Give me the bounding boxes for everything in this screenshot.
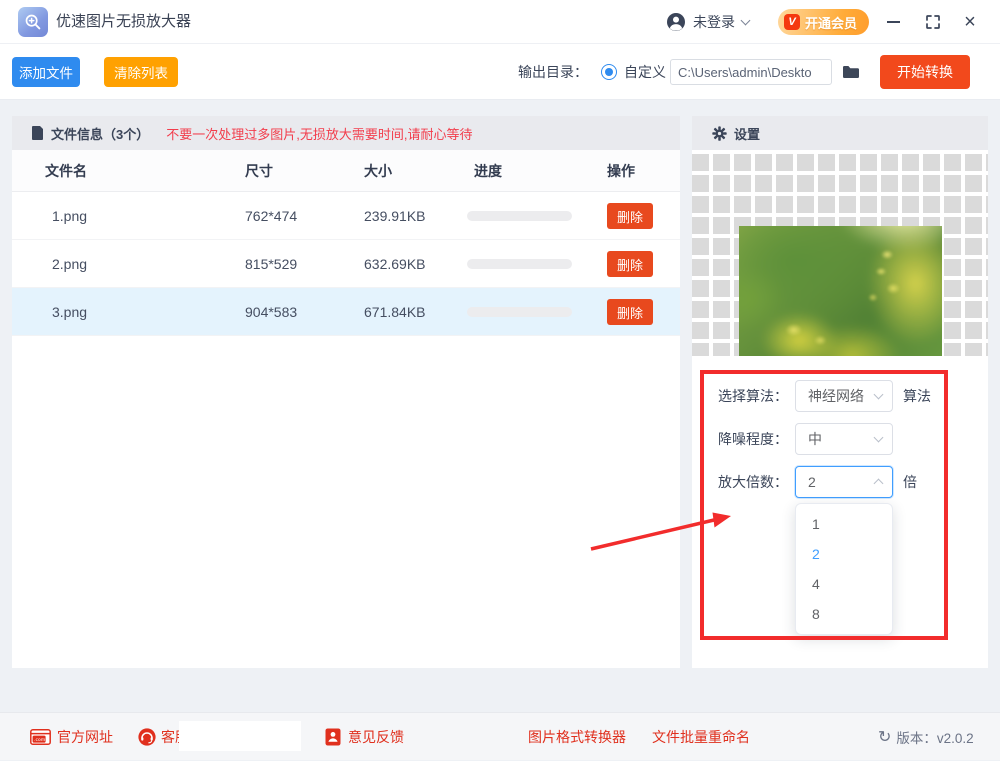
clear-list-button[interactable]: 清除列表 (104, 57, 178, 87)
col-header-action: 操作 (607, 163, 635, 179)
login-status: 未登录 (693, 14, 735, 30)
app-logo-icon (18, 7, 48, 37)
scale-select-value: 2 (808, 474, 816, 490)
scale-option-4[interactable]: 4 (796, 569, 892, 599)
table-row[interactable]: 1.png 762*474 239.91KB 删除 (12, 192, 680, 240)
col-header-progress: 进度 (474, 163, 502, 179)
feedback-icon[interactable] (325, 728, 341, 751)
settings-panel-header: 设置 (692, 116, 988, 150)
algorithm-select[interactable]: 神经网络 (795, 380, 893, 412)
algorithm-label: 选择算法： (718, 388, 788, 404)
cell-size: 632.69KB (364, 256, 426, 272)
minimize-icon (886, 21, 900, 23)
col-header-size: 大小 (364, 163, 392, 179)
progress-bar (467, 259, 572, 269)
minimize-button[interactable] (884, 13, 902, 31)
scale-suffix: 倍 (903, 474, 917, 490)
scale-option-8[interactable]: 8 (796, 599, 892, 629)
settings-panel-title: 设置 (734, 126, 761, 142)
vip-button-label: 开通会员 (805, 15, 858, 31)
account-menu[interactable]: 未登录 (666, 0, 751, 44)
custom-dir-radio-label: 自定义 (624, 64, 666, 80)
browse-folder-button[interactable] (840, 59, 862, 85)
cell-dimensions: 815*529 (245, 256, 298, 272)
cell-size: 239.91KB (364, 208, 426, 224)
progress-bar (467, 307, 572, 317)
footer-bar: .com 官方网址 客服 意见反馈 图片格式转换器 文件批量重命名 ↻ 版本：v… (0, 712, 1000, 760)
open-vip-button[interactable]: V 开通会员 (778, 9, 870, 35)
scale-option-1[interactable]: 1 (796, 509, 892, 539)
version-text: 版本：v2.0.2 (896, 731, 974, 746)
algorithm-select-value: 神经网络 (808, 388, 864, 404)
user-avatar-icon (667, 13, 685, 31)
progress-bar (467, 211, 572, 221)
svg-text:.com: .com (34, 738, 46, 743)
cell-filename: 3.png (52, 304, 88, 320)
file-panel-title: 文件信息（3个） (51, 126, 150, 142)
output-dir-label: 输出目录： (518, 64, 588, 80)
close-button[interactable]: × (961, 11, 979, 33)
toolbar: 添加文件 清除列表 输出目录： 自定义 开始转换 (0, 44, 1000, 100)
algorithm-suffix: 算法 (903, 388, 931, 404)
version-area: ↻ 版本：v2.0.2 (878, 713, 974, 761)
chevron-down-icon (873, 389, 884, 400)
support-icon[interactable] (138, 728, 156, 751)
add-files-button[interactable]: 添加文件 (12, 57, 80, 87)
output-path-input[interactable] (670, 59, 832, 85)
delete-button[interactable]: 删除 (607, 203, 653, 229)
col-header-filename: 文件名 (45, 163, 87, 179)
cell-dimensions: 904*583 (245, 304, 298, 320)
col-header-dimensions: 尺寸 (245, 163, 273, 179)
cell-size: 671.84KB (364, 304, 426, 320)
maximize-button[interactable] (924, 13, 942, 31)
format-converter-link[interactable]: 图片格式转换器 (528, 713, 626, 761)
denoise-label: 降噪程度： (718, 431, 788, 447)
transparency-checkerboard (692, 150, 988, 356)
official-site-link[interactable]: 官方网址 (57, 713, 113, 761)
delete-button[interactable]: 删除 (607, 251, 653, 277)
vip-badge-icon: V (784, 14, 800, 30)
table-header-row: 文件名 尺寸 大小 进度 操作 (12, 150, 680, 192)
delete-button[interactable]: 删除 (607, 299, 653, 325)
title-bar: 优速图片无损放大器 未登录 V 开通会员 × (0, 0, 1000, 44)
denoise-select[interactable]: 中 (795, 423, 893, 455)
scale-label: 放大倍数： (718, 474, 788, 490)
document-icon (32, 126, 43, 140)
start-convert-button[interactable]: 开始转换 (880, 55, 970, 89)
custom-dir-radio[interactable] (601, 64, 617, 80)
chevron-up-icon (873, 478, 884, 489)
maximize-icon (926, 15, 940, 29)
gear-icon (712, 125, 727, 141)
refresh-icon[interactable]: ↻ (878, 727, 891, 747)
batch-rename-link[interactable]: 文件批量重命名 (652, 713, 750, 761)
cell-dimensions: 762*474 (245, 208, 298, 224)
redaction-box (179, 721, 301, 751)
warning-text: 不要一次处理过多图片,无损放大需要时间,请耐心等待 (166, 126, 473, 142)
scale-dropdown-menu: 1 2 4 8 (795, 503, 893, 635)
scale-option-2[interactable]: 2 (796, 539, 892, 569)
feedback-link[interactable]: 意见反馈 (348, 713, 404, 761)
chevron-down-icon (873, 432, 884, 443)
website-icon[interactable]: .com (30, 729, 51, 750)
preview-image (739, 226, 942, 356)
denoise-select-value: 中 (808, 431, 822, 447)
chevron-down-icon (740, 15, 751, 26)
file-list-panel: 文件信息（3个） 不要一次处理过多图片,无损放大需要时间,请耐心等待 文件名 尺… (12, 116, 680, 668)
cell-filename: 2.png (52, 256, 88, 272)
cell-filename: 1.png (52, 208, 88, 224)
scale-select[interactable]: 2 (795, 466, 893, 498)
file-panel-header: 文件信息（3个） 不要一次处理过多图片,无损放大需要时间,请耐心等待 (12, 116, 680, 150)
folder-icon (843, 66, 859, 78)
table-row[interactable]: 2.png 815*529 632.69KB 删除 (12, 240, 680, 288)
table-row[interactable]: 3.png 904*583 671.84KB 删除 (12, 288, 680, 336)
app-title: 优速图片无损放大器 (56, 13, 192, 30)
close-icon: × (964, 11, 976, 33)
